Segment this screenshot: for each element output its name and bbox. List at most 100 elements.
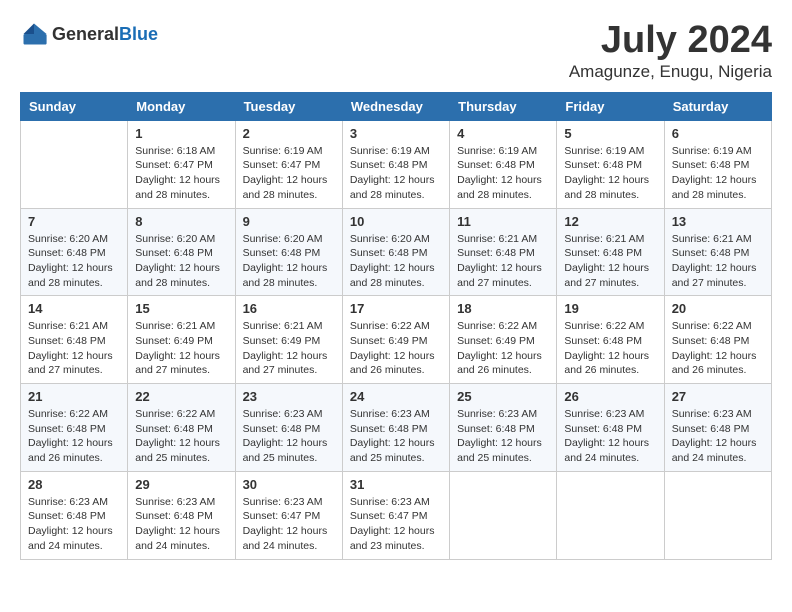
calendar-cell bbox=[21, 120, 128, 208]
day-info: Sunrise: 6:22 AM Sunset: 6:48 PM Dayligh… bbox=[564, 319, 656, 378]
calendar-cell bbox=[664, 471, 771, 559]
weekday-header-friday: Friday bbox=[557, 92, 664, 120]
day-number: 25 bbox=[457, 389, 549, 404]
calendar-cell: 7Sunrise: 6:20 AM Sunset: 6:48 PM Daylig… bbox=[21, 208, 128, 296]
calendar-cell: 12 Sunrise: 6:21 AM Sunset: 6:48 PM Dayli… bbox=[557, 208, 664, 296]
calendar-cell: 26 Sunrise: 6:23 AM Sunset: 6:48 PM Dayli… bbox=[557, 384, 664, 472]
day-number: 6 bbox=[672, 126, 764, 141]
weekday-header-wednesday: Wednesday bbox=[342, 92, 449, 120]
day-number: 30 bbox=[243, 477, 335, 492]
day-info: Sunrise: 6:20 AM Sunset: 6:48 PM Dayligh… bbox=[243, 232, 335, 291]
logo-text-general: General bbox=[52, 24, 119, 44]
calendar-cell: 29 Sunrise: 6:23 AM Sunset: 6:48 PM Dayli… bbox=[128, 471, 235, 559]
weekday-header-thursday: Thursday bbox=[450, 92, 557, 120]
day-number: 5 bbox=[564, 126, 656, 141]
day-info: Sunrise: 6:23 AM Sunset: 6:48 PM Dayligh… bbox=[457, 407, 549, 466]
calendar-cell: 20Sunrise: 6:22 AM Sunset: 6:48 PM Dayli… bbox=[664, 296, 771, 384]
day-number: 2 bbox=[243, 126, 335, 141]
calendar-cell: 19 Sunrise: 6:22 AM Sunset: 6:48 PM Dayli… bbox=[557, 296, 664, 384]
weekday-header-row: SundayMondayTuesdayWednesdayThursdayFrid… bbox=[21, 92, 772, 120]
day-number: 19 bbox=[564, 301, 656, 316]
calendar-week-row: 21Sunrise: 6:22 AM Sunset: 6:48 PM Dayli… bbox=[21, 384, 772, 472]
logo: GeneralBlue bbox=[20, 20, 158, 48]
day-number: 9 bbox=[243, 214, 335, 229]
day-info: Sunrise: 6:22 AM Sunset: 6:48 PM Dayligh… bbox=[135, 407, 227, 466]
day-info: Sunrise: 6:23 AM Sunset: 6:48 PM Dayligh… bbox=[28, 495, 120, 554]
day-info: Sunrise: 6:20 AM Sunset: 6:48 PM Dayligh… bbox=[350, 232, 442, 291]
calendar-cell: 25 Sunrise: 6:23 AM Sunset: 6:48 PM Dayli… bbox=[450, 384, 557, 472]
day-info: Sunrise: 6:18 AM Sunset: 6:47 PM Dayligh… bbox=[135, 144, 227, 203]
day-number: 28 bbox=[28, 477, 120, 492]
day-number: 16 bbox=[243, 301, 335, 316]
month-title: July 2024 bbox=[569, 20, 772, 62]
day-info: Sunrise: 6:19 AM Sunset: 6:48 PM Dayligh… bbox=[564, 144, 656, 203]
calendar-cell: 2Sunrise: 6:19 AM Sunset: 6:47 PM Daylig… bbox=[235, 120, 342, 208]
calendar-cell: 31 Sunrise: 6:23 AM Sunset: 6:47 PM Dayli… bbox=[342, 471, 449, 559]
day-number: 15 bbox=[135, 301, 227, 316]
day-info: Sunrise: 6:21 AM Sunset: 6:48 PM Dayligh… bbox=[457, 232, 549, 291]
calendar-week-row: 7 Sunrise: 6:20 AM Sunset: 6:48 PM Daylig… bbox=[21, 208, 772, 296]
logo-icon bbox=[20, 20, 48, 48]
day-info: Sunrise: 6:19 AM Sunset: 6:48 PM Dayligh… bbox=[457, 144, 549, 203]
day-info: Sunrise: 6:21 AM Sunset: 6:49 PM Dayligh… bbox=[243, 319, 335, 378]
day-number: 7 bbox=[28, 214, 120, 229]
calendar-cell: 22 Sunrise: 6:22 AM Sunset: 6:48 PM Dayli… bbox=[128, 384, 235, 472]
calendar-cell: 30 Sunrise: 6:23 AM Sunset: 6:47 PM Dayli… bbox=[235, 471, 342, 559]
weekday-header-saturday: Saturday bbox=[664, 92, 771, 120]
day-number: 27 bbox=[672, 389, 764, 404]
calendar-cell: 16 Sunrise: 6:21 AM Sunset: 6:49 PM Dayli… bbox=[235, 296, 342, 384]
calendar-week-row: 28 Sunrise: 6:23 AM Sunset: 6:48 PM Dayli… bbox=[21, 471, 772, 559]
day-info: Sunrise: 6:22 AM Sunset: 6:49 PM Dayligh… bbox=[457, 319, 549, 378]
day-number: 8 bbox=[135, 214, 227, 229]
calendar-week-row: 1Sunrise: 6:18 AM Sunset: 6:47 PM Daylig… bbox=[21, 120, 772, 208]
day-number: 12 bbox=[564, 214, 656, 229]
calendar-cell: 1Sunrise: 6:18 AM Sunset: 6:47 PM Daylig… bbox=[128, 120, 235, 208]
weekday-header-monday: Monday bbox=[128, 92, 235, 120]
day-info: Sunrise: 6:19 AM Sunset: 6:48 PM Dayligh… bbox=[672, 144, 764, 203]
calendar-cell bbox=[557, 471, 664, 559]
weekday-header-tuesday: Tuesday bbox=[235, 92, 342, 120]
calendar-week-row: 14 Sunrise: 6:21 AM Sunset: 6:48 PM Dayli… bbox=[21, 296, 772, 384]
calendar-cell: 5 Sunrise: 6:19 AM Sunset: 6:48 PM Daylig… bbox=[557, 120, 664, 208]
day-info: Sunrise: 6:23 AM Sunset: 6:48 PM Dayligh… bbox=[135, 495, 227, 554]
calendar-cell: 8 Sunrise: 6:20 AM Sunset: 6:48 PM Daylig… bbox=[128, 208, 235, 296]
day-number: 26 bbox=[564, 389, 656, 404]
day-info: Sunrise: 6:19 AM Sunset: 6:48 PM Dayligh… bbox=[350, 144, 442, 203]
day-info: Sunrise: 6:23 AM Sunset: 6:48 PM Dayligh… bbox=[672, 407, 764, 466]
day-info: Sunrise: 6:23 AM Sunset: 6:48 PM Dayligh… bbox=[564, 407, 656, 466]
day-info: Sunrise: 6:21 AM Sunset: 6:48 PM Dayligh… bbox=[672, 232, 764, 291]
day-info: Sunrise: 6:21 AM Sunset: 6:48 PM Dayligh… bbox=[564, 232, 656, 291]
calendar-cell: 24 Sunrise: 6:23 AM Sunset: 6:48 PM Dayli… bbox=[342, 384, 449, 472]
day-info: Sunrise: 6:22 AM Sunset: 6:48 PM Dayligh… bbox=[672, 319, 764, 378]
day-number: 29 bbox=[135, 477, 227, 492]
day-info: Sunrise: 6:20 AM Sunset: 6:48 PM Dayligh… bbox=[135, 232, 227, 291]
day-number: 13 bbox=[672, 214, 764, 229]
calendar-cell: 14 Sunrise: 6:21 AM Sunset: 6:48 PM Dayli… bbox=[21, 296, 128, 384]
calendar-body: 1Sunrise: 6:18 AM Sunset: 6:47 PM Daylig… bbox=[21, 120, 772, 559]
day-info: Sunrise: 6:22 AM Sunset: 6:49 PM Dayligh… bbox=[350, 319, 442, 378]
day-info: Sunrise: 6:23 AM Sunset: 6:47 PM Dayligh… bbox=[350, 495, 442, 554]
day-number: 23 bbox=[243, 389, 335, 404]
calendar-cell: 6 Sunrise: 6:19 AM Sunset: 6:48 PM Daylig… bbox=[664, 120, 771, 208]
logo-text-blue: Blue bbox=[119, 24, 158, 44]
calendar-cell: 11Sunrise: 6:21 AM Sunset: 6:48 PM Dayli… bbox=[450, 208, 557, 296]
day-number: 24 bbox=[350, 389, 442, 404]
calendar-cell: 3Sunrise: 6:19 AM Sunset: 6:48 PM Daylig… bbox=[342, 120, 449, 208]
day-info: Sunrise: 6:23 AM Sunset: 6:48 PM Dayligh… bbox=[243, 407, 335, 466]
calendar-cell bbox=[450, 471, 557, 559]
calendar-cell: 10Sunrise: 6:20 AM Sunset: 6:48 PM Dayli… bbox=[342, 208, 449, 296]
day-number: 31 bbox=[350, 477, 442, 492]
day-info: Sunrise: 6:23 AM Sunset: 6:47 PM Dayligh… bbox=[243, 495, 335, 554]
calendar-table: SundayMondayTuesdayWednesdayThursdayFrid… bbox=[20, 92, 772, 560]
day-number: 14 bbox=[28, 301, 120, 316]
day-info: Sunrise: 6:22 AM Sunset: 6:48 PM Dayligh… bbox=[28, 407, 120, 466]
calendar-cell: 17Sunrise: 6:22 AM Sunset: 6:49 PM Dayli… bbox=[342, 296, 449, 384]
day-info: Sunrise: 6:23 AM Sunset: 6:48 PM Dayligh… bbox=[350, 407, 442, 466]
page-header: GeneralBlue July 2024 Amagunze, Enugu, N… bbox=[20, 20, 772, 82]
calendar-cell: 18Sunrise: 6:22 AM Sunset: 6:49 PM Dayli… bbox=[450, 296, 557, 384]
calendar-cell: 9 Sunrise: 6:20 AM Sunset: 6:48 PM Daylig… bbox=[235, 208, 342, 296]
day-info: Sunrise: 6:21 AM Sunset: 6:48 PM Dayligh… bbox=[28, 319, 120, 378]
day-info: Sunrise: 6:21 AM Sunset: 6:49 PM Dayligh… bbox=[135, 319, 227, 378]
day-number: 22 bbox=[135, 389, 227, 404]
calendar-cell: 15 Sunrise: 6:21 AM Sunset: 6:49 PM Dayli… bbox=[128, 296, 235, 384]
